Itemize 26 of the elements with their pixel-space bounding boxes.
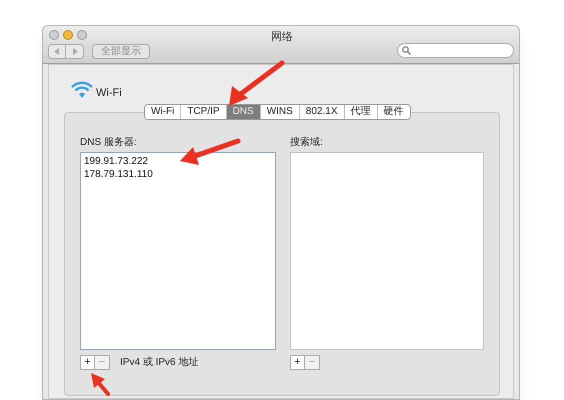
back-button[interactable] <box>48 44 66 59</box>
annotation-arrow <box>180 138 240 165</box>
tab[interactable]: 硬件 <box>376 105 410 119</box>
dns-server-list[interactable]: 199.91.73.222 178.79.131.110 <box>80 152 276 350</box>
annotation-arrow <box>229 60 284 106</box>
service-name: Wi-Fi <box>96 86 122 101</box>
search-field[interactable] <box>397 43 514 58</box>
add-button[interactable]: + <box>80 355 95 370</box>
search-icon <box>402 46 411 55</box>
tab[interactable]: DNS <box>226 105 260 119</box>
back-arrow-icon <box>54 48 60 55</box>
search-domains-label: 搜索域: <box>290 136 324 150</box>
search-domain-list[interactable] <box>290 152 484 350</box>
close-button[interactable] <box>49 30 59 40</box>
address-hint: IPv4 或 IPv6 地址 <box>120 356 198 370</box>
minimize-button[interactable] <box>63 30 73 40</box>
forward-button[interactable] <box>66 44 84 59</box>
zoom-button[interactable] <box>77 30 87 40</box>
add-button[interactable]: + <box>290 355 305 370</box>
window-title: 网络 <box>270 30 294 45</box>
annotation-arrow <box>91 373 110 396</box>
dns-server-entry[interactable]: 178.79.131.110 <box>81 168 275 181</box>
dns-servers-label: DNS 服务器: <box>80 136 138 150</box>
dns-server-entry[interactable]: 199.91.73.222 <box>81 155 275 168</box>
forward-arrow-icon <box>72 48 78 55</box>
wifi-icon <box>71 81 93 99</box>
